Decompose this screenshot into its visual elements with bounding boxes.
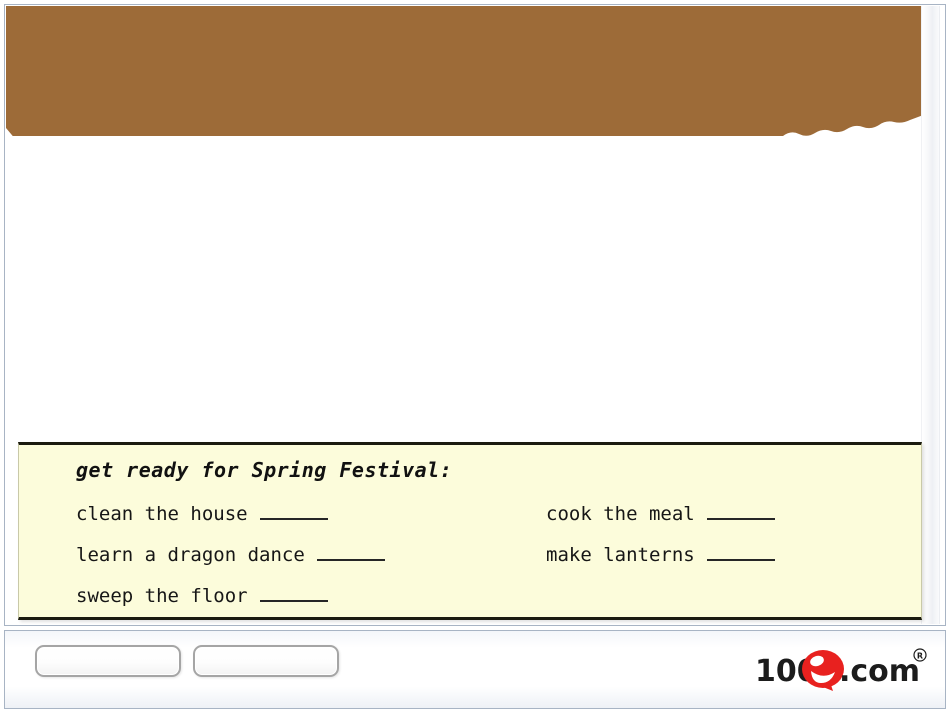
task-item-clean-the-house: clean the house	[76, 503, 546, 525]
answer-blank[interactable]	[316, 546, 385, 561]
bottom-toolbar: 100 .com R	[4, 630, 946, 709]
task-label: make lanterns	[546, 543, 695, 566]
brown-banner	[6, 6, 926, 136]
task-row: learn a dragon dance make lanterns	[19, 534, 921, 575]
next-button[interactable]	[193, 645, 339, 677]
app-window: get ready for Spring Festival: clean the…	[0, 0, 950, 713]
task-row: sweep the floor	[19, 575, 921, 616]
answer-blank[interactable]	[706, 505, 775, 520]
answer-blank[interactable]	[259, 587, 328, 602]
task-item-learn-a-dragon-dance: learn a dragon dance	[76, 544, 546, 566]
answer-blank[interactable]	[706, 546, 775, 561]
task-item-cook-the-meal: cook the meal	[546, 503, 775, 525]
brand-logo-100e-com[interactable]: 100 .com R	[753, 647, 933, 691]
answer-blank[interactable]	[259, 505, 328, 520]
svg-text:R: R	[917, 652, 923, 661]
task-label: sweep the floor	[76, 584, 248, 607]
content-frame: get ready for Spring Festival: clean the…	[4, 4, 946, 626]
task-label: clean the house	[76, 502, 248, 525]
svg-text:.com: .com	[839, 654, 920, 689]
vertical-scroll-strip[interactable]	[921, 6, 940, 624]
task-label: learn a dragon dance	[76, 543, 305, 566]
task-label: cook the meal	[546, 502, 695, 525]
task-item-sweep-the-floor: sweep the floor	[76, 585, 546, 607]
task-row: clean the house cook the meal	[19, 493, 921, 534]
previous-button[interactable]	[35, 645, 181, 677]
task-item-make-lanterns: make lanterns	[546, 544, 775, 566]
exercise-card: get ready for Spring Festival: clean the…	[18, 442, 922, 620]
exercise-heading: get ready for Spring Festival:	[76, 458, 453, 482]
task-grid: clean the house cook the meal learn a dr…	[19, 493, 921, 616]
